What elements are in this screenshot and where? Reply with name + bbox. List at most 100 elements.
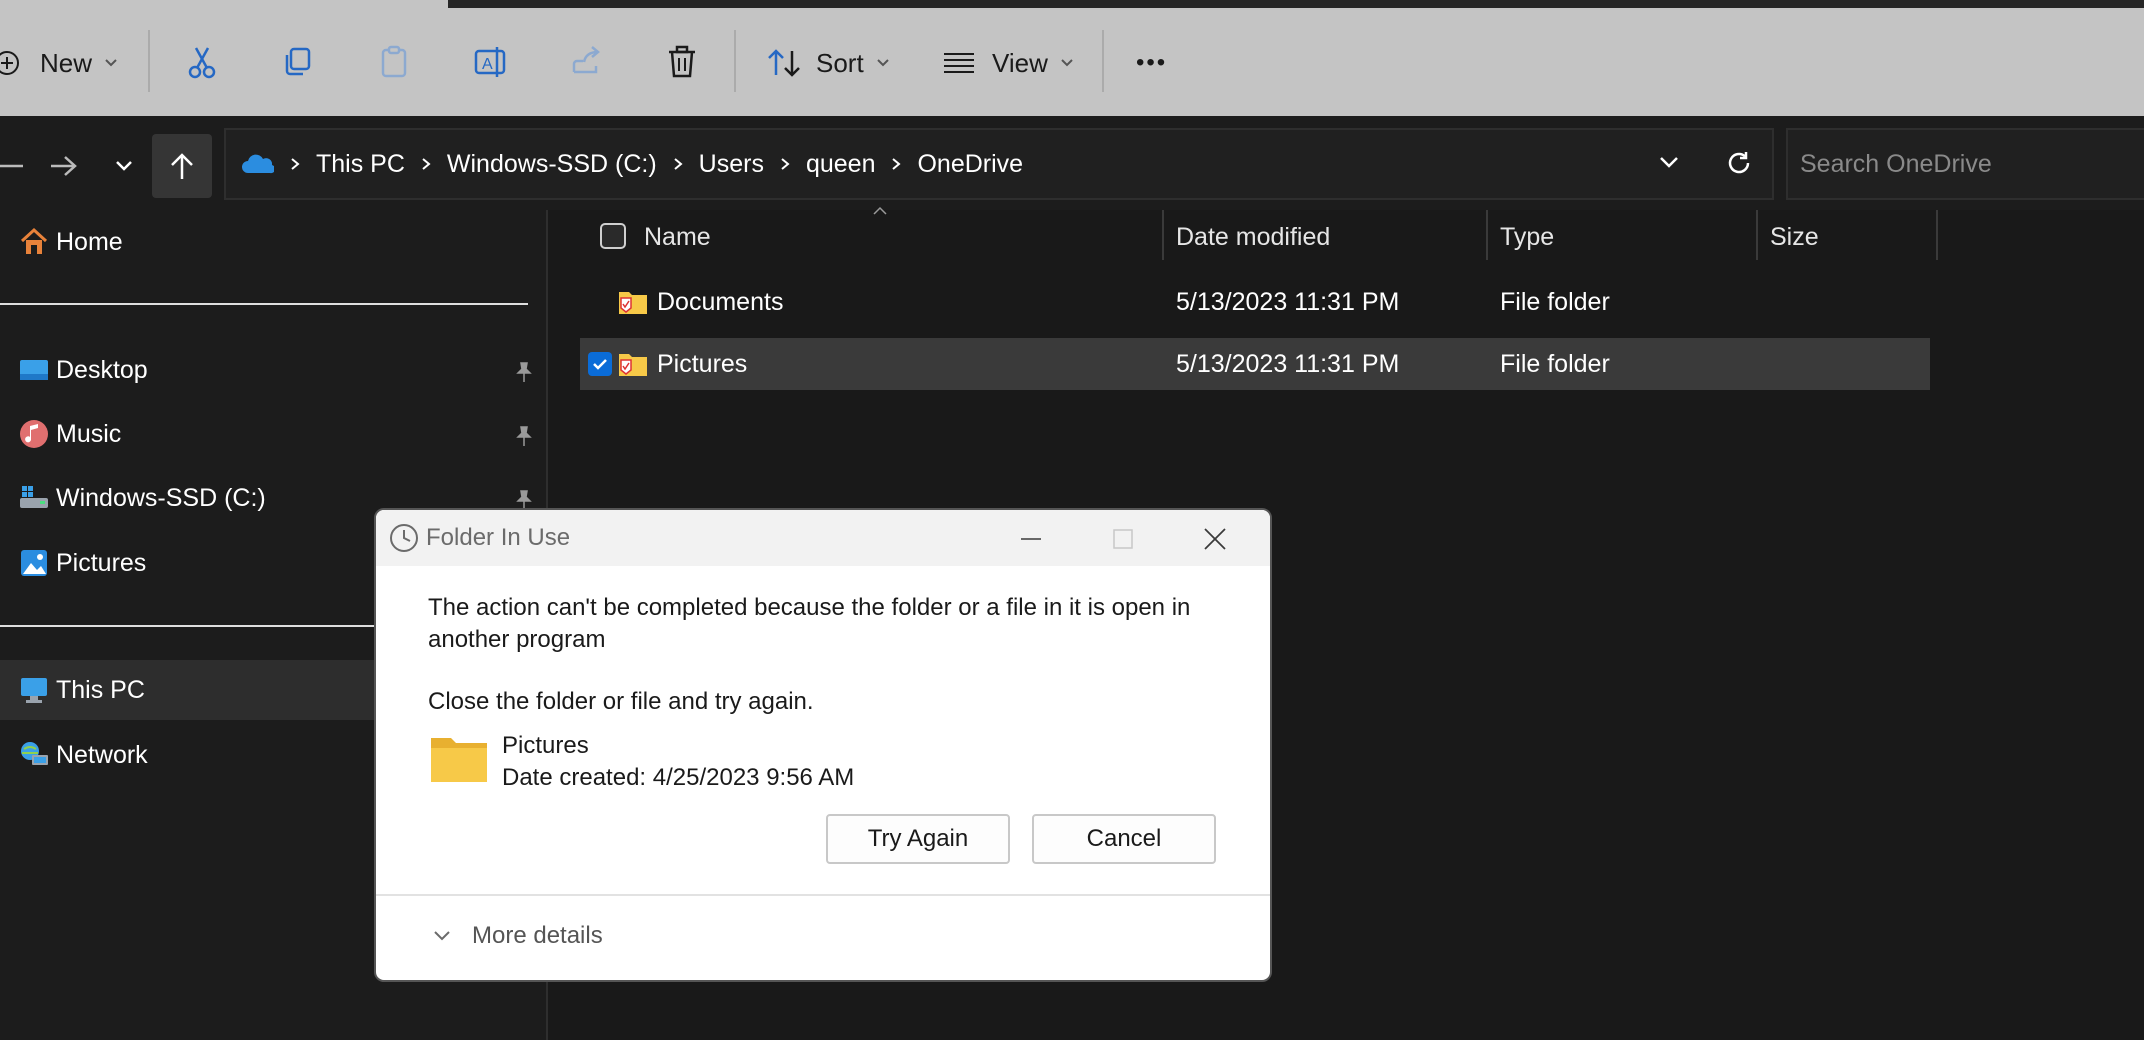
folder-icon	[431, 738, 487, 782]
drive-icon	[20, 486, 48, 508]
sidebar-label-pictures: Pictures	[56, 548, 147, 577]
file-name: Pictures	[657, 349, 748, 378]
sort-icon	[768, 49, 800, 77]
breadcrumb-this-pc[interactable]: This PC	[316, 150, 405, 179]
sidebar-label-this-pc: This PC	[56, 675, 145, 704]
column-separator[interactable]	[1756, 210, 1758, 260]
chevron-right-icon	[674, 158, 683, 170]
arrow-left-icon	[0, 164, 23, 168]
sidebar-divider	[0, 625, 376, 627]
more-details-label: More details	[472, 922, 603, 949]
pin-icon[interactable]	[512, 360, 536, 384]
toolbar-separator	[1102, 30, 1104, 92]
new-button[interactable]: New	[0, 30, 118, 96]
refresh-icon[interactable]	[1726, 150, 1752, 176]
try-again-button[interactable]: Try Again	[826, 814, 1010, 864]
sidebar-item-music[interactable]: Music	[0, 404, 548, 464]
see-more-button[interactable]: •••	[1136, 30, 1167, 96]
dialog-instruction: Close the folder or file and try again.	[428, 688, 814, 715]
pin-icon[interactable]	[512, 424, 536, 448]
forward-button[interactable]	[34, 134, 94, 198]
file-date: 5/13/2023 11:31 PM	[1176, 287, 1400, 316]
column-header-type[interactable]: Type	[1500, 214, 1554, 260]
breadcrumb-onedrive[interactable]: OneDrive	[917, 150, 1023, 179]
maximize-icon	[1113, 529, 1133, 549]
recent-locations-button[interactable]	[94, 134, 154, 198]
cut-icon[interactable]	[182, 42, 222, 82]
breadcrumb-drive[interactable]: Windows-SSD (C:)	[447, 150, 657, 179]
toolbar-separator	[148, 30, 150, 92]
column-type-label: Type	[1500, 222, 1555, 251]
file-type: File folder	[1500, 349, 1610, 378]
pictures-icon	[21, 550, 47, 576]
chevron-down-icon	[434, 931, 450, 941]
rename-icon[interactable]: A	[470, 42, 510, 82]
dialog-item-date: Date created: 4/25/2023 9:56 AM	[502, 764, 855, 791]
share-icon[interactable]	[566, 42, 606, 82]
close-button[interactable]	[1194, 520, 1236, 558]
sidebar-item-desktop[interactable]: Desktop	[0, 340, 548, 400]
column-separator[interactable]	[1936, 210, 1938, 260]
arrow-right-icon	[51, 156, 77, 176]
address-history-chevron-icon[interactable]	[1658, 154, 1680, 170]
chevron-down-icon	[876, 59, 889, 67]
file-row-selected[interactable]: Pictures 5/13/2023 11:31 PM File folder	[580, 338, 1930, 390]
file-date: 5/13/2023 11:31 PM	[1176, 349, 1400, 378]
chevron-right-icon	[291, 158, 300, 170]
folder-onedrive-icon	[619, 354, 647, 376]
view-label: View	[992, 47, 1048, 78]
delete-icon[interactable]	[662, 42, 702, 82]
search-input[interactable]: Search OneDrive	[1786, 128, 2144, 200]
address-bar[interactable]: This PC Windows-SSD (C:) Users queen One…	[224, 128, 1774, 200]
sidebar-item-this-pc[interactable]: This PC	[0, 660, 376, 720]
sidebar-item-network[interactable]: Network	[0, 725, 376, 785]
sidebar-label-desktop: Desktop	[56, 355, 148, 384]
folder-onedrive-icon	[619, 292, 647, 314]
plus-circle-icon	[0, 51, 19, 75]
column-date-label: Date modified	[1176, 222, 1331, 251]
minimize-button[interactable]	[1010, 520, 1052, 558]
up-button[interactable]	[152, 134, 212, 198]
command-bar: New A Sort View •••	[0, 0, 2144, 116]
column-separator[interactable]	[1486, 210, 1488, 260]
svg-text:A: A	[482, 56, 493, 73]
more-details-toggle[interactable]: More details	[432, 922, 603, 950]
breadcrumb-users[interactable]: Users	[699, 150, 764, 179]
chevron-right-icon	[781, 158, 790, 170]
clock-icon	[390, 524, 418, 552]
column-size-label: Size	[1770, 222, 1819, 251]
dialog-title-bar[interactable]: Folder In Use	[376, 510, 1270, 566]
sidebar-label-drive: Windows-SSD (C:)	[56, 483, 266, 512]
search-placeholder: Search OneDrive	[1800, 149, 1992, 178]
column-header-name[interactable]: Name	[644, 214, 711, 260]
copy-icon[interactable]	[278, 42, 318, 82]
computer-icon	[21, 678, 47, 703]
folder-in-use-dialog: Folder In Use The action can't be comple…	[374, 508, 1272, 982]
chevron-down-icon	[105, 59, 117, 67]
dialog-title: Folder In Use	[426, 524, 571, 551]
column-header-size[interactable]: Size	[1770, 214, 1819, 260]
row-checkbox[interactable]	[588, 352, 612, 376]
file-type: File folder	[1500, 287, 1610, 316]
view-button[interactable]: View	[942, 30, 1074, 96]
chevron-down-icon	[1061, 59, 1073, 67]
file-name: Documents	[657, 287, 784, 316]
view-list-icon	[944, 53, 974, 73]
dialog-message: The action can't be completed because th…	[428, 594, 1191, 653]
sort-button[interactable]: Sort	[766, 30, 890, 96]
music-icon	[20, 420, 48, 448]
arrow-up-icon	[171, 153, 193, 179]
sort-label: Sort	[816, 47, 864, 78]
chevron-down-icon	[116, 161, 132, 171]
close-icon	[1204, 528, 1226, 550]
select-all-checkbox[interactable]	[600, 223, 626, 249]
paste-icon[interactable]	[374, 42, 414, 82]
sidebar-item-home[interactable]: Home	[0, 212, 548, 272]
column-header-date-modified[interactable]: Date modified	[1176, 214, 1330, 260]
more-dots: •••	[1136, 49, 1168, 76]
breadcrumb-queen[interactable]: queen	[806, 150, 876, 179]
column-name-label: Name	[644, 222, 711, 251]
file-row[interactable]: Documents 5/13/2023 11:31 PM File folder	[580, 276, 1930, 328]
column-separator[interactable]	[1162, 210, 1164, 260]
cancel-button[interactable]: Cancel	[1032, 814, 1216, 864]
